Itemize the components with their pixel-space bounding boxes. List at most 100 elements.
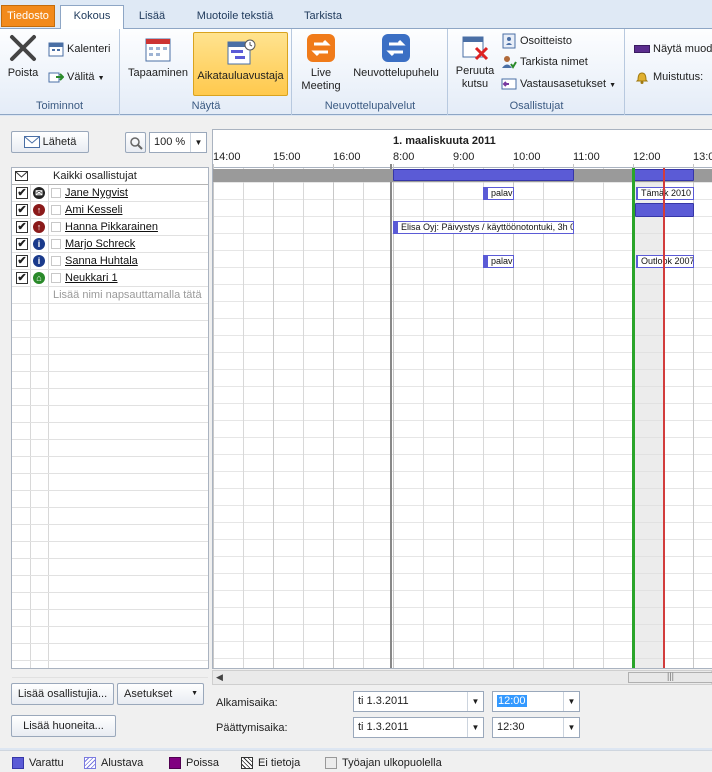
required-attendee-icon[interactable]: ↑ [33, 204, 45, 216]
all-attendees-label: Kaikki osallistujat [53, 170, 137, 182]
tab-review[interactable]: Tarkista [296, 6, 350, 29]
tab-format-text[interactable]: Muotoile tekstiä [183, 6, 287, 29]
empty-attendee-row [12, 474, 208, 491]
scroll-left-icon[interactable]: ◀ [216, 672, 223, 683]
forward-icon [48, 72, 64, 83]
attendee-name[interactable]: Ami Kesseli [65, 204, 122, 216]
show-as-select[interactable]: Näytä muod [634, 39, 712, 59]
scheduling-assistant-button[interactable]: Aikatauluavustaja [193, 32, 288, 96]
grid-column-line [213, 164, 214, 668]
attendee-row[interactable]: ✔ ⌂ Neukkari 1 [12, 270, 208, 287]
hour-label: 16:00 [333, 151, 361, 163]
response-options-icon [501, 78, 517, 90]
attendee-checkbox[interactable]: ✔ [16, 187, 28, 199]
attendee-checkbox[interactable]: ✔ [16, 272, 28, 284]
busy-block[interactable]: Elisa Oyj: Päivystys / käyttöönotontuki,… [393, 221, 574, 234]
meeting-start-line[interactable] [632, 168, 635, 668]
attendee-name[interactable]: Marjo Schreck [65, 238, 135, 250]
send-button[interactable]: Lähetä [11, 131, 89, 153]
schedule-grid[interactable]: 1. maaliskuuta 2011 14:00 15:00 16:00 8:… [212, 129, 712, 669]
attendee-row[interactable]: ✔ ↑ Hanna Pikkarainen [12, 219, 208, 236]
summary-busy-block [393, 169, 574, 181]
check-names-button[interactable]: Tarkista nimet [501, 52, 588, 72]
calendar-button[interactable]: Kalenteri [48, 39, 110, 59]
add-attendees-button[interactable]: Lisää osallistujia... [11, 683, 114, 705]
attendee-checkbox[interactable]: ✔ [16, 204, 28, 216]
start-date-picker[interactable]: ti 1.3.2011 ▼ [353, 691, 484, 712]
chevron-down-icon[interactable]: ▼ [467, 692, 483, 711]
legend-busy: Varattu [12, 757, 64, 769]
empty-attendee-row [12, 593, 208, 610]
attendee-name[interactable]: Sanna Huhtala [65, 255, 138, 267]
chevron-down-icon[interactable]: ▼ [563, 692, 579, 711]
magnifier-icon [129, 137, 143, 150]
delete-button[interactable]: Poista [4, 32, 42, 92]
attendee-row[interactable]: ✔ i Sanna Huhtala [12, 253, 208, 270]
group-conferencing: Live Meeting Neuvottelupuhelu Neuvottelu… [293, 29, 448, 115]
reminder-select[interactable]: Muistutus: [634, 67, 703, 87]
conference-call-button[interactable]: Neuvottelupuhelu [347, 32, 445, 92]
required-attendee-icon[interactable]: ↑ [33, 221, 45, 233]
bell-icon [635, 72, 649, 85]
cancel-invitation-button[interactable]: Peruuta kutsu [453, 32, 497, 96]
group-actions: Poista Kalenteri Välitä ▼ Toiminnot [0, 29, 120, 115]
attendee-name[interactable]: Hanna Pikkarainen [65, 221, 158, 233]
attendee-row[interactable]: ✔ ✉ Jane Nygvist [12, 185, 208, 202]
resource-icon[interactable]: ⌂ [33, 272, 45, 284]
appointment-button[interactable]: Tapaaminen [126, 32, 190, 92]
grid-column-line [513, 164, 514, 668]
attendee-checkbox[interactable]: ✔ [16, 238, 28, 250]
attendee-row[interactable]: ✔ ↑ Ami Kesseli [12, 202, 208, 219]
busy-block[interactable]: palav [483, 255, 514, 268]
hour-label: 13:0 [693, 151, 712, 163]
optional-attendee-icon[interactable]: i [33, 255, 45, 267]
zoom-button[interactable] [125, 132, 146, 153]
add-rooms-button[interactable]: Lisää huoneita... [11, 715, 116, 737]
scheduling-main: Lähetä 100 % ▼ Kaikki osallistujat ✔ ✉ J… [0, 116, 712, 686]
calendar-icon [48, 42, 64, 57]
options-dropdown[interactable]: Asetukset ▼ [117, 683, 204, 705]
response-options-button[interactable]: Vastausasetukset ▼ [501, 74, 616, 94]
schedule-hscrollbar[interactable]: ◀ ||| [212, 670, 712, 685]
tab-meeting[interactable]: Kokous [60, 5, 124, 29]
hour-label: 12:00 [633, 151, 661, 163]
chevron-down-icon: ▼ [191, 690, 198, 697]
presence-indicator [51, 188, 61, 198]
presence-indicator [51, 273, 61, 283]
attendee-row[interactable]: ✔ i Marjo Schreck [12, 236, 208, 253]
attendee-checkbox[interactable]: ✔ [16, 221, 28, 233]
empty-attendee-row [12, 661, 208, 678]
attendee-name[interactable]: Jane Nygvist [65, 187, 128, 199]
end-time-picker[interactable]: 12:30 ▼ [492, 717, 580, 738]
hour-label: 10:00 [513, 151, 541, 163]
attendee-name[interactable]: Neukkari 1 [65, 272, 118, 284]
legend-outside-working-hours: Työajan ulkopuolella [325, 757, 442, 769]
busy-block[interactable]: Tämäk 2010 [636, 187, 694, 200]
check-names-icon [502, 56, 517, 69]
live-meeting-button[interactable]: Live Meeting [297, 32, 345, 96]
optional-attendee-icon[interactable]: i [33, 238, 45, 250]
busy-block[interactable]: palav [483, 187, 514, 200]
add-attendee-row[interactable]: Lisää nimi napsauttamalla tätä [12, 287, 208, 304]
busy-block[interactable]: Outlook 2007 [636, 255, 694, 268]
empty-attendee-row [12, 372, 208, 389]
end-date-picker[interactable]: ti 1.3.2011 ▼ [353, 717, 484, 738]
organizer-icon[interactable]: ✉ [33, 187, 45, 199]
zoom-select[interactable]: 100 % ▼ [149, 132, 207, 153]
tab-file[interactable]: Tiedosto [1, 5, 55, 27]
forward-button[interactable]: Välitä ▼ [48, 67, 105, 87]
chevron-down-icon[interactable]: ▼ [467, 718, 483, 737]
add-name-placeholder[interactable]: Lisää nimi napsauttamalla tätä [53, 289, 202, 301]
address-book-button[interactable]: Osoitteisto [501, 31, 572, 51]
hour-label: 8:00 [393, 151, 415, 163]
empty-attendee-row [12, 542, 208, 559]
meeting-end-line[interactable] [663, 168, 665, 668]
attendee-list: Kaikki osallistujat ✔ ✉ Jane Nygvist ✔ ↑… [11, 167, 209, 678]
scroll-thumb[interactable]: ||| [628, 671, 712, 683]
tab-insert[interactable]: Lisää [129, 6, 175, 29]
empty-attendee-row [12, 321, 208, 338]
attendee-checkbox[interactable]: ✔ [16, 255, 28, 267]
chevron-down-icon[interactable]: ▼ [563, 718, 579, 737]
start-time-picker[interactable]: 12:00 ▼ [492, 691, 580, 712]
grid-column-line [363, 168, 364, 668]
